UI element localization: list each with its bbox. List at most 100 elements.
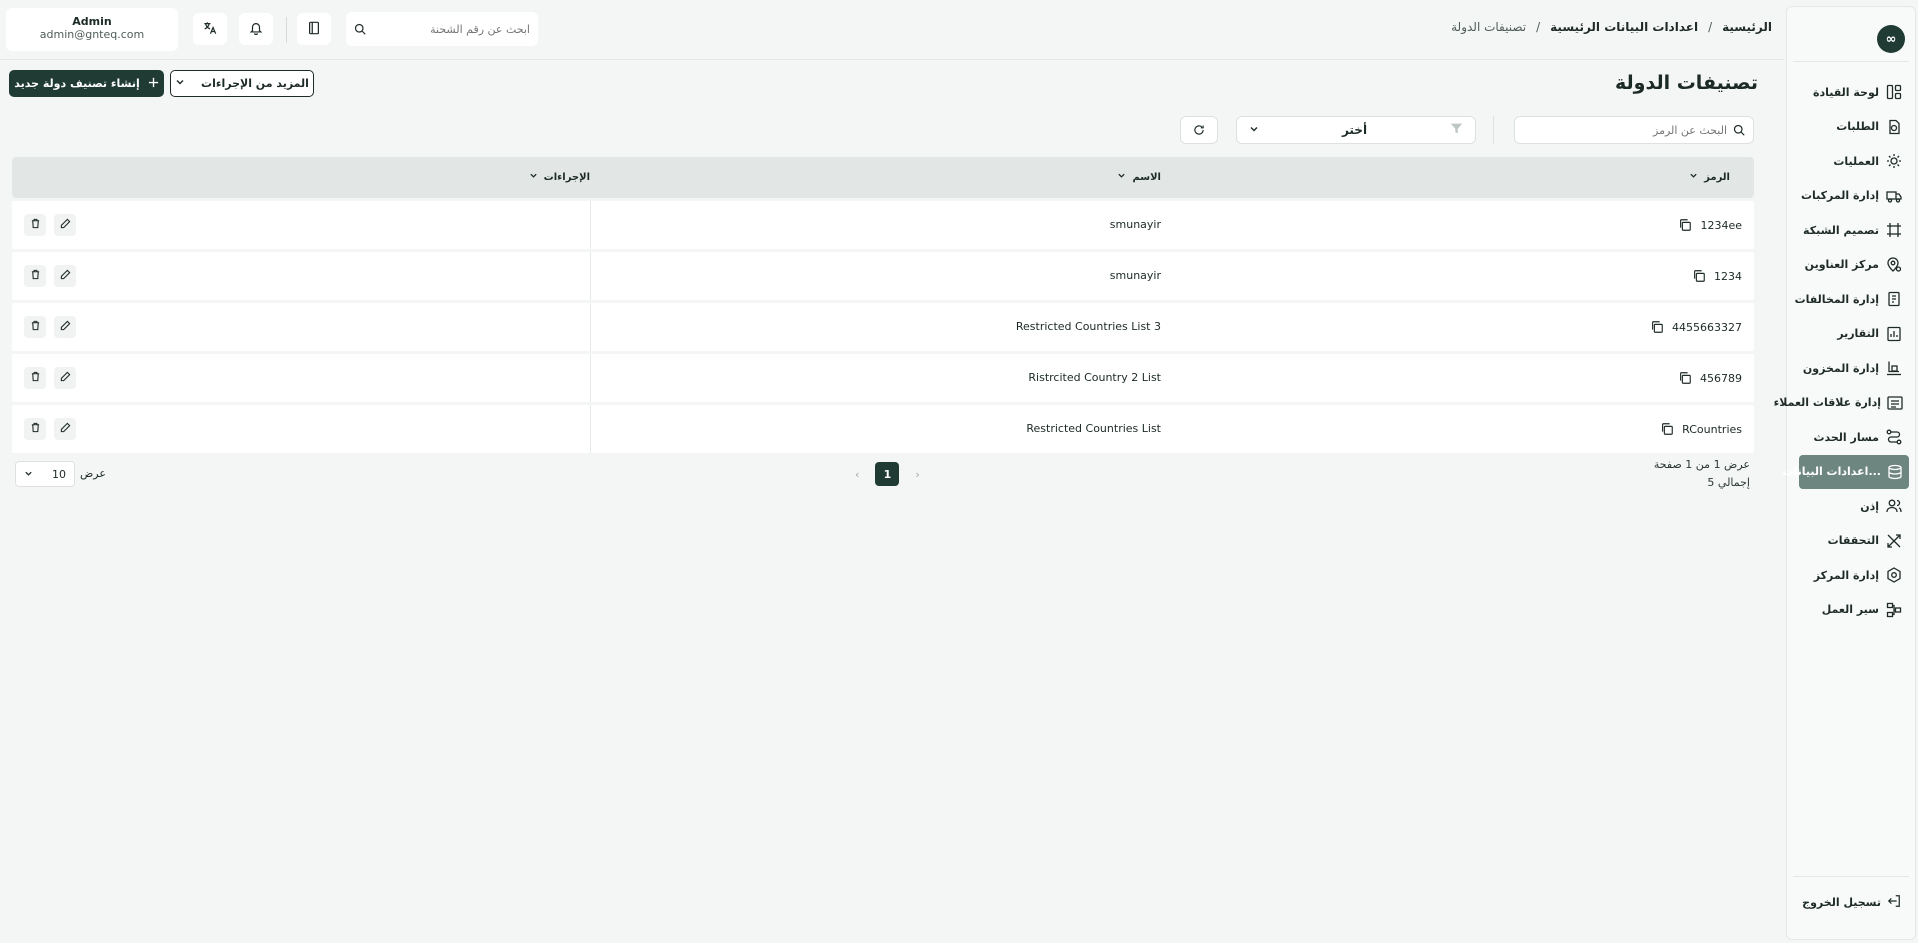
book-icon bbox=[307, 20, 321, 39]
book-button[interactable] bbox=[297, 13, 331, 45]
pencil-icon bbox=[60, 218, 71, 232]
chevron-down-icon bbox=[1249, 123, 1259, 137]
column-label: الاسم bbox=[1132, 171, 1161, 183]
breadcrumb-separator: / bbox=[1536, 20, 1541, 34]
page-info-text: عرض 1 من 1 صفحة bbox=[1653, 458, 1750, 471]
breadcrumb: الرئيسية / اعدادات البيانات الرئيسية / ت… bbox=[1451, 20, 1772, 34]
table-row: 4455663327 Restricted Countries List 3 bbox=[12, 303, 1754, 351]
chevron-down-icon bbox=[1117, 171, 1126, 183]
logout-button[interactable]: تسجيل الخروج bbox=[1802, 894, 1901, 911]
sidebar-item-orders[interactable]: الطلبات bbox=[1785, 110, 1915, 145]
sidebar-item-vehicles[interactable]: إدارة المركبات bbox=[1785, 179, 1915, 214]
delete-button[interactable] bbox=[24, 214, 46, 236]
notifications-button[interactable] bbox=[239, 13, 273, 45]
edit-button[interactable] bbox=[54, 214, 76, 236]
sidebar-item-label: إدارة المركبات bbox=[1800, 189, 1879, 203]
sidebar-item-master-data[interactable]: اعدادات البيانات... bbox=[1782, 454, 1909, 489]
create-label: إنشاء تصنيف دولة جديد bbox=[14, 77, 140, 90]
hub-icon bbox=[1885, 566, 1903, 584]
sidebar-item-validations[interactable]: التحققات bbox=[1785, 524, 1915, 559]
breadcrumb-separator: / bbox=[1708, 20, 1713, 34]
sidebar-item-label: مركز العناوين bbox=[1804, 258, 1879, 272]
copy-icon[interactable] bbox=[1692, 269, 1706, 283]
sidebar-item-label: الطلبات bbox=[1836, 120, 1879, 134]
sidebar-item-reports[interactable]: التقارير bbox=[1785, 317, 1915, 352]
sidebar-item-label: سير العمل bbox=[1821, 603, 1879, 617]
sidebar-item-dashboard[interactable]: لوحة القيادة bbox=[1785, 75, 1915, 110]
sidebar-item-operations[interactable]: العمليات bbox=[1785, 144, 1915, 179]
page-size-select[interactable]: 10 bbox=[15, 461, 75, 487]
code-search-input[interactable] bbox=[1523, 123, 1727, 137]
copy-icon[interactable] bbox=[1678, 371, 1692, 385]
breadcrumb-home[interactable]: الرئيسية bbox=[1722, 20, 1772, 34]
pagination: ‹ 1 › bbox=[855, 462, 920, 486]
orders-icon bbox=[1885, 118, 1903, 136]
sidebar-item-addresses[interactable]: مركز العناوين bbox=[1785, 248, 1915, 283]
sidebar-item-event-route[interactable]: مسار الحدث bbox=[1785, 420, 1915, 455]
chevron-right-icon[interactable]: › bbox=[915, 468, 919, 481]
column-header-actions[interactable]: الإجراءات bbox=[529, 171, 590, 183]
column-header-code[interactable]: الرمز bbox=[1689, 171, 1730, 183]
sidebar-item-inventory[interactable]: إدارة المخزون bbox=[1785, 351, 1915, 386]
edit-button[interactable] bbox=[54, 265, 76, 287]
column-label: الإجراءات bbox=[543, 171, 590, 183]
edit-button[interactable] bbox=[54, 418, 76, 440]
sidebar-item-crm[interactable]: إدارة علاقات العملاء bbox=[1774, 386, 1915, 421]
truck-icon bbox=[1885, 187, 1903, 205]
column-divider bbox=[590, 354, 591, 402]
plus-icon bbox=[148, 77, 159, 91]
copy-icon[interactable] bbox=[1650, 320, 1664, 334]
logout-icon bbox=[1887, 894, 1901, 911]
table-row: 456789 Ristrcited Country 2 List bbox=[12, 354, 1754, 402]
total-count: إجمالي 5 bbox=[1707, 476, 1750, 489]
delete-button[interactable] bbox=[24, 316, 46, 338]
create-country-category-button[interactable]: إنشاء تصنيف دولة جديد bbox=[9, 70, 164, 97]
edit-button[interactable] bbox=[54, 367, 76, 389]
filter-select[interactable]: أختر bbox=[1236, 116, 1476, 144]
logo-icon[interactable]: ∞ bbox=[1877, 25, 1905, 53]
shipment-search[interactable] bbox=[346, 12, 538, 46]
sidebar-item-label: اعدادات البيانات... bbox=[1782, 465, 1881, 479]
breadcrumb-master-data[interactable]: اعدادات البيانات الرئيسية bbox=[1550, 20, 1698, 34]
delete-button[interactable] bbox=[24, 367, 46, 389]
language-button[interactable] bbox=[193, 13, 227, 45]
cell-code: 1234 bbox=[1692, 269, 1742, 283]
edit-button[interactable] bbox=[54, 316, 76, 338]
dashboard-icon bbox=[1885, 83, 1903, 101]
page-number-current[interactable]: 1 bbox=[875, 462, 900, 486]
chevron-left-icon[interactable]: ‹ bbox=[855, 468, 859, 481]
shipment-search-input[interactable] bbox=[372, 22, 530, 36]
sidebar-item-label: مسار الحدث bbox=[1813, 430, 1879, 444]
sidebar-divider bbox=[1793, 61, 1909, 62]
code-search[interactable] bbox=[1514, 116, 1754, 144]
user-profile[interactable]: Admin admin@gnteq.com bbox=[6, 8, 178, 51]
sidebar-item-network[interactable]: تصميم الشبكة bbox=[1785, 213, 1915, 248]
search-icon bbox=[354, 20, 366, 39]
delete-button[interactable] bbox=[24, 418, 46, 440]
column-header-name[interactable]: الاسم bbox=[1117, 171, 1161, 183]
more-actions-button[interactable]: المزيد من الإجراءات bbox=[170, 70, 314, 97]
table-row: 1234 smunayir bbox=[12, 252, 1754, 300]
more-actions-label: المزيد من الإجراءات bbox=[201, 77, 309, 90]
database-icon bbox=[1887, 463, 1903, 481]
chevron-down-icon bbox=[1689, 171, 1698, 183]
sidebar-item-label: إدارة علاقات العملاء bbox=[1773, 396, 1881, 410]
tools-icon bbox=[1885, 532, 1903, 550]
refresh-icon bbox=[1193, 121, 1205, 140]
page-info: عرض 1 من 1 صفحة إجمالي 5 bbox=[1654, 456, 1750, 492]
delete-button[interactable] bbox=[24, 265, 46, 287]
sidebar-item-workflow[interactable]: سير العمل bbox=[1785, 593, 1915, 628]
cell-name: Restricted Countries List bbox=[1026, 422, 1161, 435]
copy-icon[interactable] bbox=[1660, 422, 1674, 436]
cell-code: 1234ee bbox=[1678, 218, 1742, 232]
copy-icon[interactable] bbox=[1678, 218, 1692, 232]
column-divider bbox=[590, 252, 591, 300]
sidebar-item-hub[interactable]: إدارة المركز bbox=[1785, 558, 1915, 593]
refresh-button[interactable] bbox=[1180, 116, 1218, 144]
trash-icon bbox=[30, 320, 41, 334]
cell-name: Restricted Countries List 3 bbox=[1015, 320, 1161, 333]
sidebar-item-violations[interactable]: إدارة المخالفات bbox=[1785, 282, 1915, 317]
sidebar: ∞ لوحة القيادة الطلبات العمليات إدارة ال… bbox=[1774, 6, 1916, 940]
sidebar-item-permission[interactable]: إذن bbox=[1785, 489, 1915, 524]
breadcrumb-current: تصنيفات الدولة bbox=[1451, 20, 1527, 34]
